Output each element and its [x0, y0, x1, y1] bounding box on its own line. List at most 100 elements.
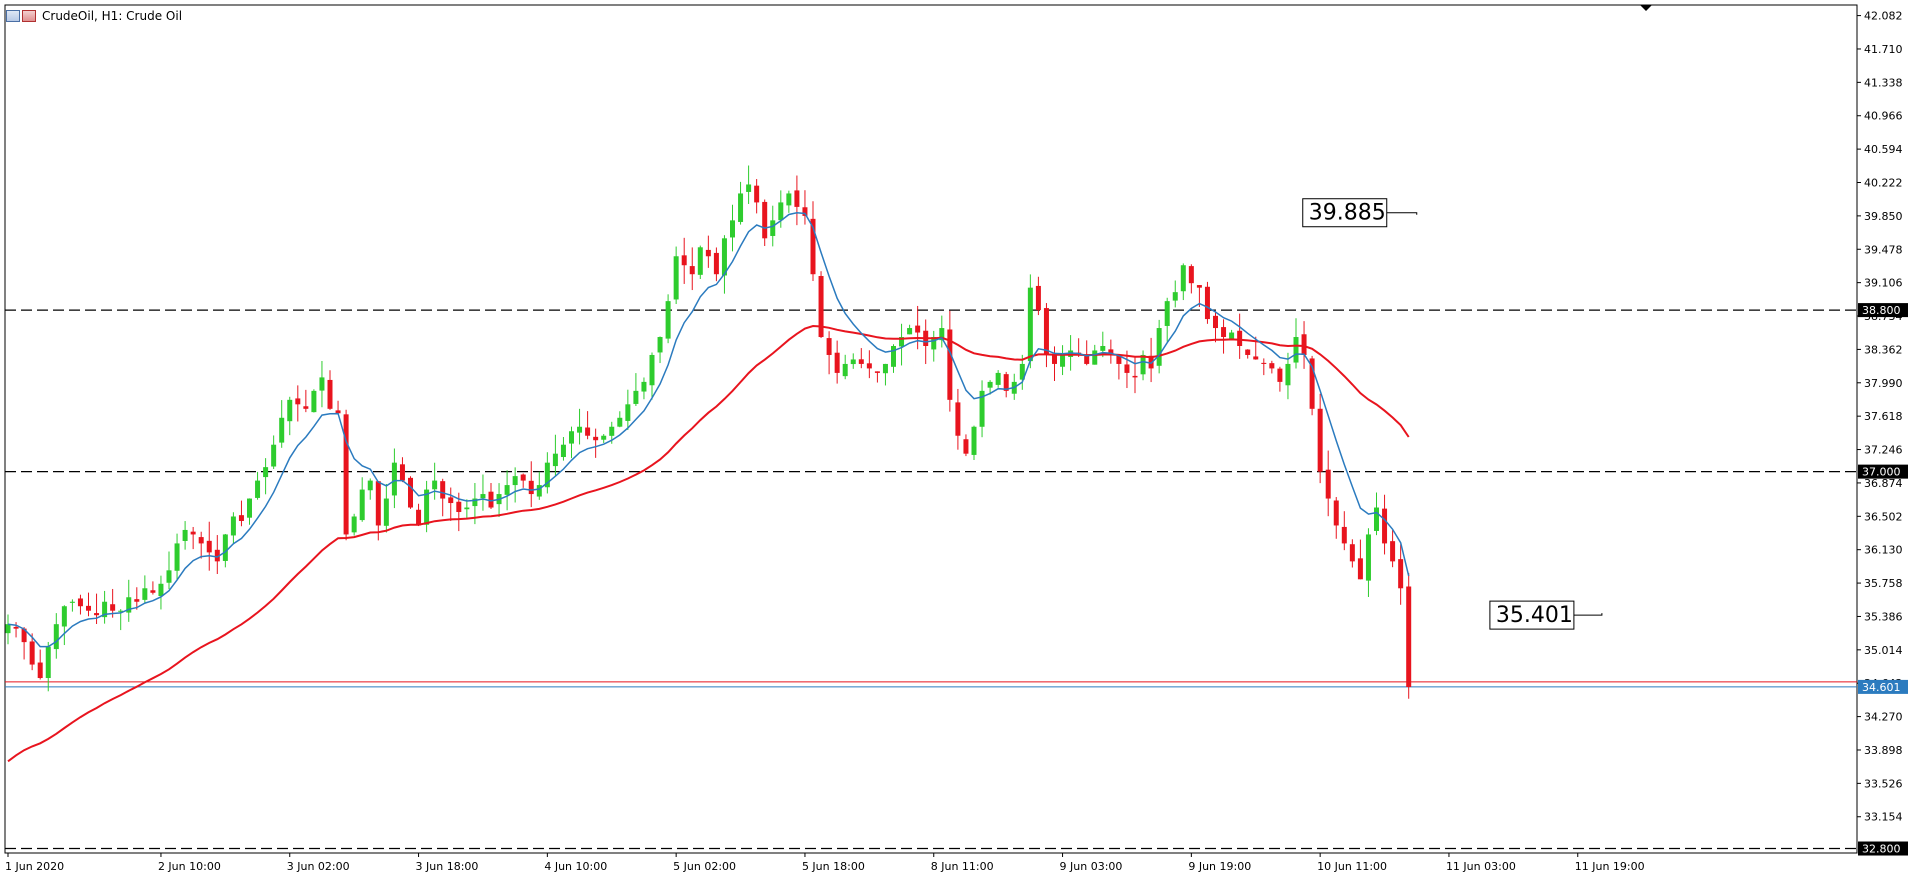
candle-body — [601, 435, 607, 440]
x-tick-label: 5 Jun 18:00 — [802, 860, 865, 873]
chart-header: CrudeOil, H1: Crude Oil — [6, 9, 182, 23]
candle-body — [1285, 363, 1291, 386]
candle-body — [971, 426, 977, 455]
candle-body — [1333, 500, 1339, 526]
candle-body — [94, 613, 100, 616]
y-tick-label: 35.386 — [1864, 610, 1903, 623]
candle-body — [649, 354, 655, 386]
candle-body — [987, 381, 993, 388]
candle-body — [1156, 328, 1162, 366]
x-tick-label: 5 Jun 02:00 — [673, 860, 736, 873]
candle-body — [1253, 356, 1259, 360]
candle-body — [1357, 558, 1363, 580]
x-tick-label: 4 Jun 10:00 — [544, 860, 607, 873]
candle-body — [271, 444, 277, 467]
candle-body — [255, 480, 261, 498]
candle-body — [891, 345, 896, 367]
candle-body — [391, 462, 397, 496]
y-tick-label: 37.618 — [1864, 410, 1903, 423]
candle-body — [641, 381, 647, 392]
candle-body — [166, 570, 172, 583]
candle-body — [158, 583, 164, 597]
candle-body — [1204, 286, 1210, 320]
candle-body — [182, 529, 188, 541]
candle-body — [713, 252, 719, 275]
chart-area[interactable]: CrudeOil, H1: Crude Oil 42.082 41.710 41.3… — [0, 0, 1920, 883]
y-tick-label: 33.898 — [1864, 744, 1903, 757]
candle-body — [222, 534, 228, 561]
candle-body — [295, 398, 301, 405]
chart-title: CrudeOil, H1: Crude Oil — [42, 9, 183, 23]
candle-body — [850, 359, 856, 365]
candle-body — [150, 590, 156, 593]
candle-body — [1027, 287, 1033, 362]
candle-body — [1261, 362, 1267, 364]
candle-body — [1043, 308, 1049, 355]
candle-body — [866, 363, 872, 369]
candle-body — [311, 390, 317, 413]
candle-body — [464, 507, 470, 510]
y-tick-label: 33.154 — [1864, 811, 1903, 824]
candle-body — [1269, 363, 1275, 369]
candle-body — [238, 515, 244, 521]
candle-body — [963, 439, 969, 454]
y-tick-label: 36.502 — [1864, 510, 1903, 523]
x-tick-label: 3 Jun 02:00 — [287, 860, 350, 873]
candle-body — [1164, 301, 1170, 326]
candle-body — [1188, 266, 1194, 284]
candle-body — [432, 480, 438, 490]
candle-body — [1245, 349, 1251, 355]
y-tick-label: 35.014 — [1864, 644, 1903, 657]
x-tick-label: 2 Jun 10:00 — [158, 860, 221, 873]
y-tick-label: 36.130 — [1864, 544, 1903, 557]
candle-body — [1060, 354, 1066, 367]
x-tick-label: 11 Jun 19:00 — [1575, 860, 1645, 873]
x-tick-label: 3 Jun 18:00 — [416, 860, 479, 873]
candle-body — [593, 436, 599, 441]
candle-body — [520, 474, 526, 481]
candle-body — [1390, 541, 1396, 562]
price-chart[interactable]: 42.082 41.710 41.338 40.966 40.594 40.222 39.8… — [0, 0, 1920, 883]
candle-body — [689, 266, 695, 275]
y-tick-label: 42.082 — [1864, 10, 1903, 23]
candle-body — [858, 359, 864, 364]
candle-body — [480, 494, 486, 499]
candle-body — [673, 256, 679, 300]
candle-body — [1301, 334, 1307, 355]
candle-body — [1341, 526, 1347, 544]
candle-body — [818, 276, 824, 338]
y-axis: 42.082 41.710 41.338 40.966 40.594 40.222 39.8… — [1857, 10, 1903, 824]
candle-body — [29, 641, 35, 665]
candle-body — [842, 363, 848, 377]
indicator-icon — [22, 10, 36, 22]
current-price-label: 34.601 — [1862, 681, 1901, 694]
candle-body — [1213, 315, 1218, 329]
y-tick-label: 37.990 — [1864, 377, 1903, 390]
candle-body — [190, 531, 196, 535]
y-tick-label: 39.478 — [1864, 243, 1903, 256]
candle-body — [633, 390, 639, 404]
annotation-label: 35.401 — [1496, 603, 1573, 628]
candle-body — [504, 485, 510, 495]
candle-body — [874, 371, 880, 373]
candle-body — [1317, 408, 1323, 472]
candle-body — [263, 467, 269, 478]
candle-body — [955, 402, 961, 436]
y-tick-label: 39.850 — [1864, 210, 1903, 223]
candle-body — [617, 417, 623, 427]
candle-body — [705, 249, 711, 257]
candle-body — [1374, 507, 1379, 531]
candle-body — [625, 404, 631, 421]
candle-body — [762, 201, 768, 239]
candle-body — [915, 325, 921, 333]
y-tick-label: 38.362 — [1864, 343, 1903, 356]
candle-body — [69, 601, 75, 603]
candle-body — [343, 414, 349, 535]
candle-body — [794, 190, 800, 207]
candle-body — [754, 185, 760, 203]
candle-body — [770, 220, 776, 236]
candle-body — [230, 516, 236, 536]
candle-body — [13, 626, 19, 629]
candle-body — [142, 588, 148, 600]
candle-body — [834, 352, 840, 373]
